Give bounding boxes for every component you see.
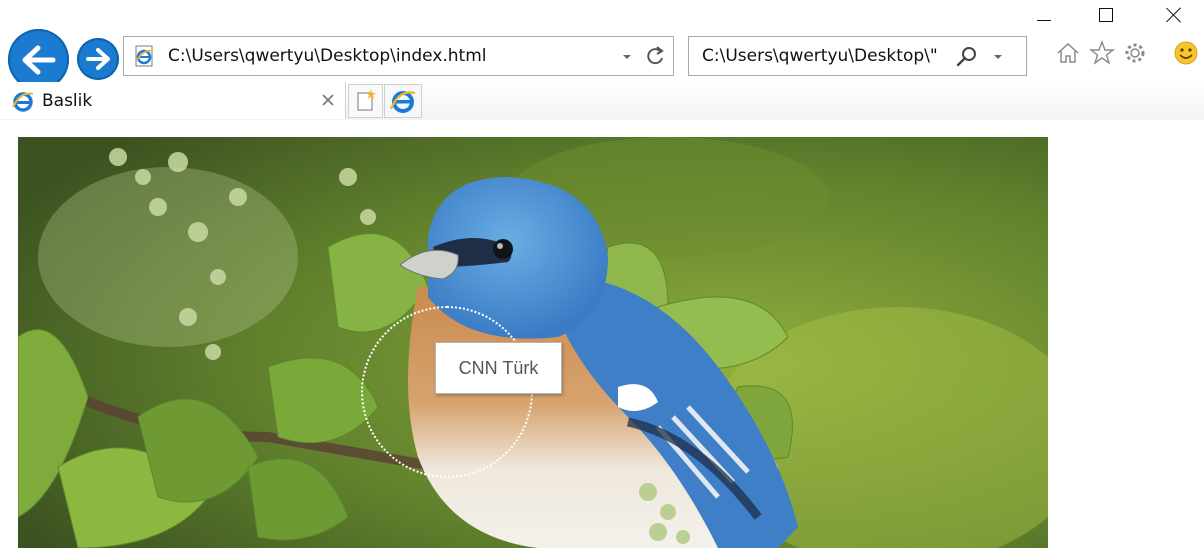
back-button[interactable]: [8, 29, 69, 90]
maximize-button[interactable]: [1084, 0, 1128, 30]
search-input[interactable]: C:\Users\qwertyu\Desktop\": [702, 46, 950, 66]
ie-button[interactable]: [384, 84, 422, 118]
search-icon[interactable]: [955, 45, 979, 69]
close-icon[interactable]: [320, 92, 336, 108]
forward-arrow-icon: [86, 48, 110, 70]
minimize-icon: [1037, 19, 1051, 21]
back-arrow-icon: [22, 45, 55, 74]
refresh-icon[interactable]: [644, 45, 666, 67]
search-bar[interactable]: C:\Users\qwertyu\Desktop\": [688, 36, 1027, 76]
new-tab-icon: [357, 89, 376, 111]
smiley-icon[interactable]: [1173, 40, 1199, 66]
url-text: C:\Users\qwertyu\Desktop\index.html: [168, 46, 487, 66]
star-icon[interactable]: [1089, 40, 1115, 66]
chevron-down-icon[interactable]: [622, 52, 632, 62]
tab-baslik[interactable]: Baslik: [0, 82, 346, 119]
new-tab-button[interactable]: [348, 84, 383, 118]
tooltip: CNN Türk: [435, 342, 562, 394]
close-icon: [1166, 7, 1182, 23]
close-window-button[interactable]: [1152, 0, 1196, 30]
maximize-icon: [1099, 8, 1113, 22]
minimize-button[interactable]: [1022, 0, 1066, 30]
chevron-down-icon[interactable]: [993, 52, 1003, 62]
ie-icon: [12, 92, 34, 112]
ie-page-icon: [135, 45, 154, 67]
ie-icon: [389, 91, 416, 113]
tab-bar: Baslik: [0, 82, 1204, 120]
gear-icon[interactable]: [1122, 40, 1148, 66]
tab-label: Baslik: [42, 91, 93, 111]
forward-button[interactable]: [77, 38, 119, 80]
address-bar[interactable]: C:\Users\qwertyu\Desktop\index.html: [123, 36, 674, 76]
home-icon[interactable]: [1055, 40, 1081, 66]
